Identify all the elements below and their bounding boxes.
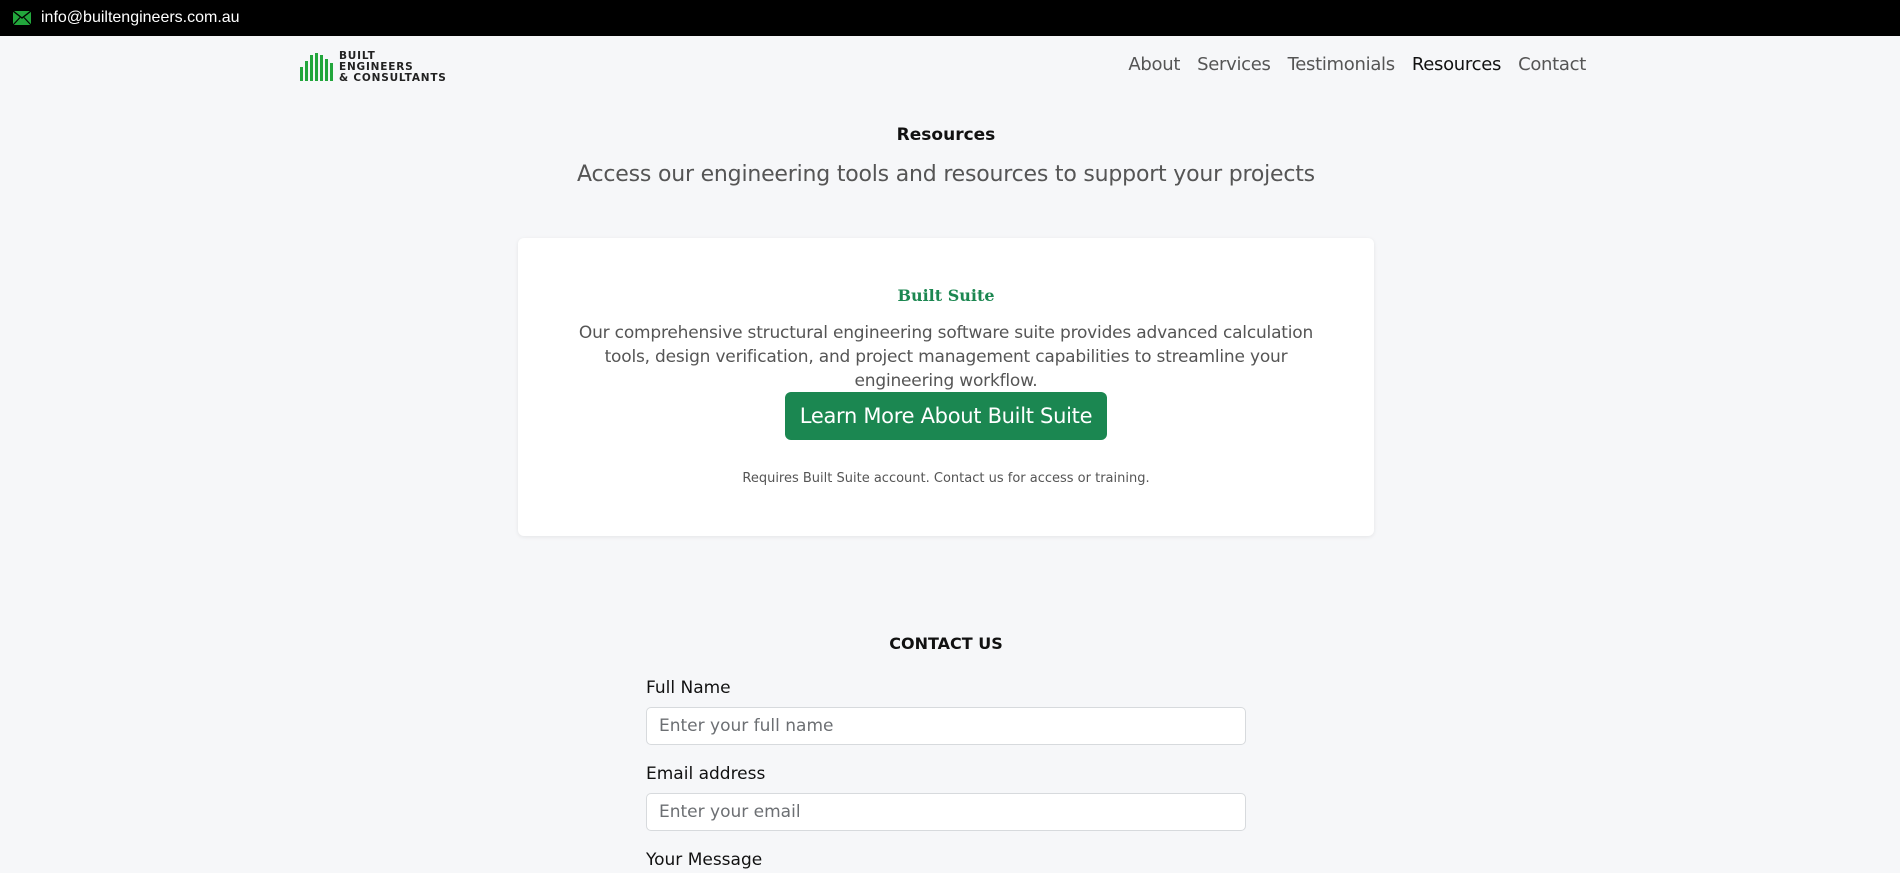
envelope-icon	[13, 11, 31, 25]
main-nav: About Services Testimonials Resources Co…	[1128, 54, 1586, 75]
card-title: Built Suite	[897, 286, 995, 305]
nav-about[interactable]: About	[1128, 54, 1180, 75]
built-suite-card: Built Suite Our comprehensive structural…	[518, 238, 1374, 536]
email-input[interactable]	[646, 793, 1246, 831]
logo-text: BUILT ENGINEERS & CONSULTANTS	[339, 50, 447, 84]
contact-email-link[interactable]: info@builtengineers.com.au	[41, 9, 240, 27]
full-name-label: Full Name	[646, 678, 731, 698]
email-label: Email address	[646, 764, 766, 784]
brand-logo[interactable]: BUILT ENGINEERS & CONSULTANTS	[300, 49, 447, 85]
nav-testimonials[interactable]: Testimonials	[1288, 54, 1396, 75]
message-label: Your Message	[646, 850, 763, 870]
full-name-input[interactable]	[646, 707, 1246, 745]
nav-contact[interactable]: Contact	[1518, 54, 1586, 75]
top-bar: info@builtengineers.com.au	[0, 0, 1900, 36]
resources-title: Resources	[896, 125, 996, 145]
nav-resources[interactable]: Resources	[1412, 54, 1502, 75]
logo-line-3: & CONSULTANTS	[339, 71, 447, 84]
card-description: Our comprehensive structural engineering…	[578, 323, 1314, 391]
learn-more-button[interactable]: Learn More About Built Suite	[785, 392, 1107, 440]
card-note: Requires Built Suite account. Contact us…	[742, 471, 1150, 486]
nav-services[interactable]: Services	[1197, 54, 1271, 75]
resources-subtitle: Access our engineering tools and resourc…	[577, 162, 1315, 187]
logo-bars-icon	[300, 53, 333, 81]
contact-title: CONTACT US	[889, 634, 1003, 653]
